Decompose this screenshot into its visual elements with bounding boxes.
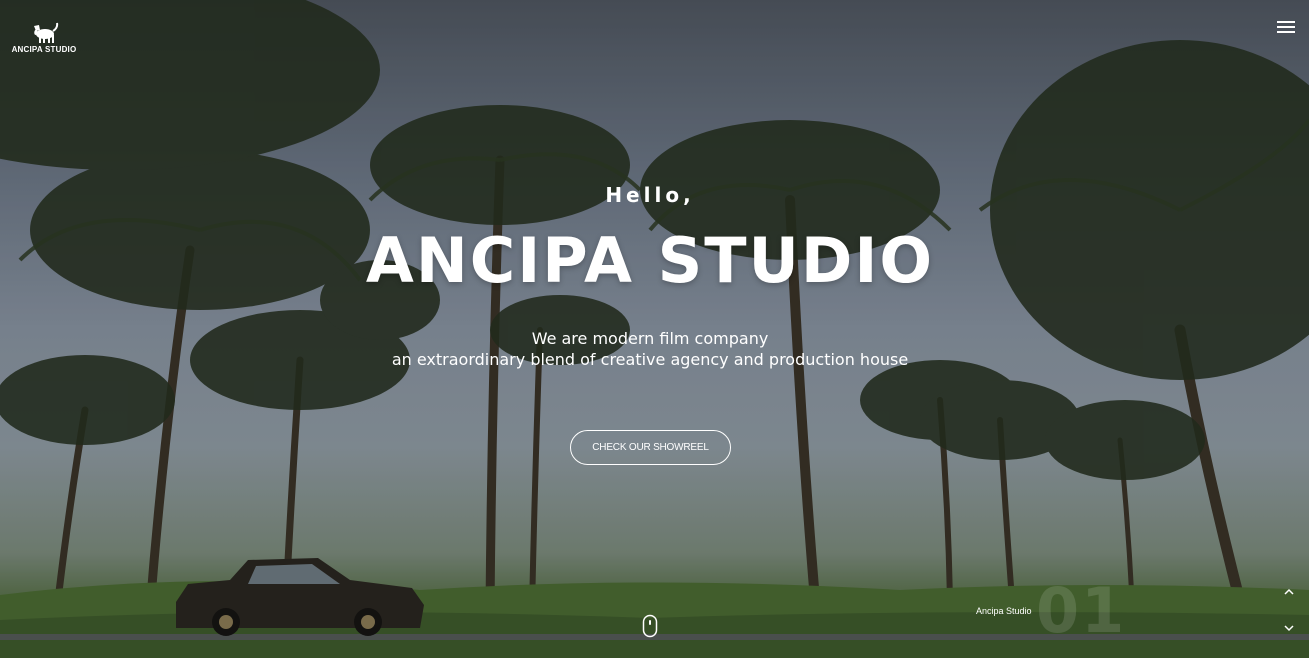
tagline-line-2: an extraordinary blend of creative agenc… xyxy=(391,350,909,369)
mouse-scroll-icon[interactable] xyxy=(642,614,658,638)
brand-logo[interactable]: ANCIPA STUDIO xyxy=(6,22,82,62)
showreel-button[interactable]: CHECK OUR SHOWREEL xyxy=(570,430,731,465)
hero-headline: ANCIPA STUDIO xyxy=(365,224,935,297)
hero-tagline: We are modern film company an extraordin… xyxy=(0,328,1300,370)
chevron-up-icon[interactable] xyxy=(1282,586,1296,598)
logo-text: ANCIPA STUDIO xyxy=(11,45,77,54)
cat-icon xyxy=(34,22,59,43)
chevron-down-icon[interactable] xyxy=(1282,622,1296,634)
hero-greeting: Hello, xyxy=(605,183,695,207)
tagline-line-1: We are modern film company xyxy=(531,329,769,348)
hamburger-menu-icon[interactable] xyxy=(1275,18,1297,36)
slide-caption: Ancipa Studio xyxy=(976,606,1032,616)
slide-number: 01 xyxy=(1036,574,1127,647)
